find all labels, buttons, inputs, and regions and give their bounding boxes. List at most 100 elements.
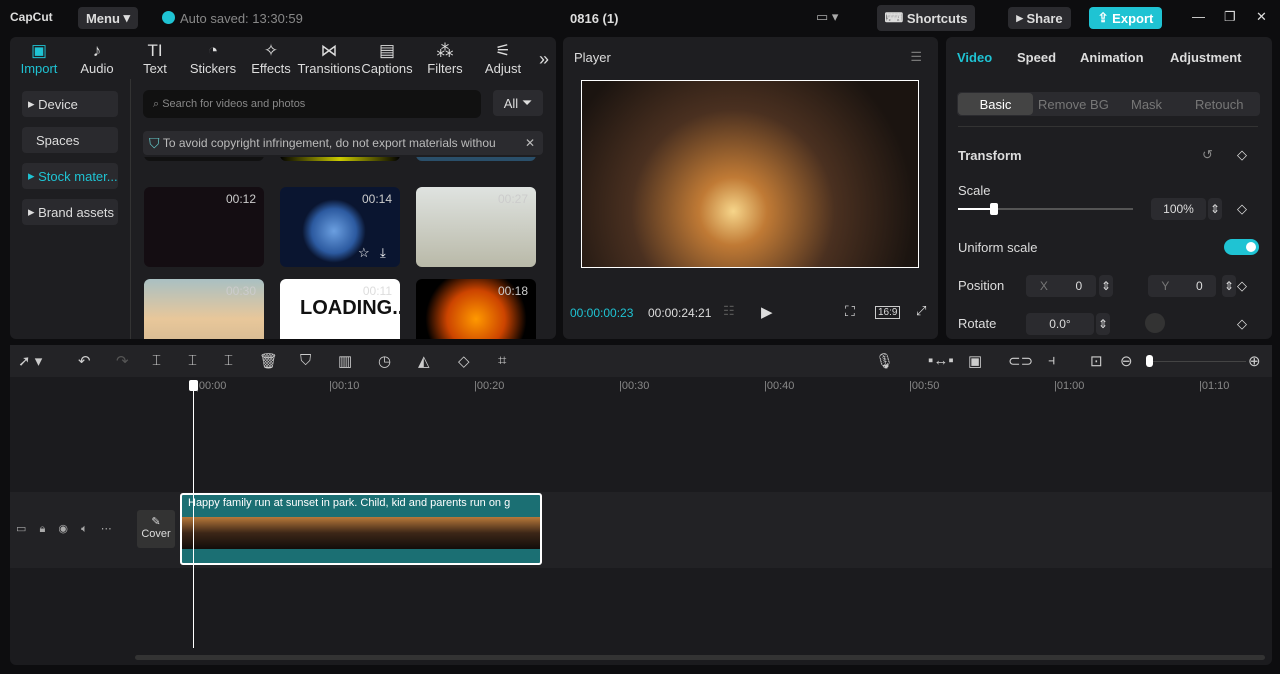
close-notice-icon[interactable]: ✕ <box>525 136 535 150</box>
media-thumb[interactable] <box>280 157 400 161</box>
media-thumb[interactable]: 00:12 <box>144 187 264 267</box>
fit-timeline-icon[interactable]: ⊡ <box>1090 352 1103 370</box>
rotate-stepper[interactable]: ⇕ <box>1096 313 1110 335</box>
tab-audio[interactable]: ♪ Audio <box>68 37 126 79</box>
main-track-magnet-icon[interactable]: ▪↔▪ <box>928 352 954 369</box>
sidebar-item-brand-assets[interactable]: ▸ Brand assets <box>22 199 118 225</box>
zoom-fit-icon[interactable]: ⛶ <box>845 303 855 320</box>
zoom-slider-handle[interactable] <box>1146 355 1153 367</box>
split-icon[interactable]: ⌶ <box>152 352 161 369</box>
tab-import[interactable]: ▣ Import <box>10 37 68 79</box>
ratio-button[interactable]: 16:9 <box>875 306 901 319</box>
track-video-icon[interactable]: ▭ <box>16 523 26 535</box>
zoom-slider[interactable] <box>1146 355 1246 367</box>
media-thumb[interactable]: 00:11 LOADING... <box>280 279 400 339</box>
media-thumb[interactable]: 00:18 <box>416 279 536 339</box>
download-icon[interactable]: ⤓ <box>380 245 386 261</box>
scale-keyframe-icon[interactable]: ◇ <box>1237 201 1247 217</box>
undo-icon[interactable]: ↶ <box>78 352 91 370</box>
tab-filters[interactable]: ⁂ Filters <box>416 37 474 79</box>
scale-stepper[interactable]: ⇕ <box>1208 198 1222 220</box>
preview-axis-icon[interactable]: ⫞ <box>1048 352 1056 369</box>
redo-icon[interactable]: ↷ <box>116 352 129 370</box>
sidebar-item-device[interactable]: ▸ Device <box>22 91 118 117</box>
video-clip[interactable]: Happy family run at sunset in park. Chil… <box>180 493 542 565</box>
search-input[interactable]: ⌕ Search for videos and photos <box>143 90 481 118</box>
audio-icon[interactable]: 🔈︎ <box>81 523 88 535</box>
tab-text[interactable]: TI Text <box>126 37 184 79</box>
close-icon[interactable]: ✕ <box>1256 9 1267 25</box>
more-tools-icon[interactable]: » <box>539 49 549 70</box>
lock-icon[interactable]: 🔒︎ <box>39 523 45 535</box>
media-thumb[interactable] <box>144 157 264 161</box>
share-button[interactable]: ▸ Share <box>1008 7 1071 29</box>
position-x-stepper[interactable]: ⇕ <box>1099 275 1113 297</box>
position-keyframe-icon[interactable]: ◇ <box>1237 278 1247 294</box>
subtab-mask[interactable]: Mask <box>1131 97 1162 112</box>
position-y-stepper[interactable]: ⇕ <box>1222 275 1236 297</box>
subtab-basic[interactable]: Basic <box>958 93 1033 115</box>
minimize-icon[interactable]: — <box>1192 9 1205 24</box>
media-thumb[interactable] <box>416 157 536 161</box>
tab-speed[interactable]: Speed <box>1017 50 1056 65</box>
split-left-icon[interactable]: ⌶ <box>188 352 197 369</box>
subtab-retouch[interactable]: Retouch <box>1195 97 1243 112</box>
restore-icon[interactable]: ❐ <box>1224 9 1236 25</box>
tab-animation[interactable]: Animation <box>1080 50 1144 65</box>
tab-stickers[interactable]: ◔ Stickers <box>184 37 242 79</box>
select-tool-icon[interactable]: ➚ ▾ <box>18 352 42 370</box>
scale-slider-handle[interactable] <box>990 203 998 215</box>
crop-icon[interactable]: ⌗ <box>498 352 506 369</box>
favorite-icon[interactable]: ☆ <box>358 245 370 261</box>
microphone-icon[interactable]: 🎙 <box>875 352 894 370</box>
tab-adjust[interactable]: ⚟ Adjust <box>474 37 532 79</box>
cover-button[interactable]: ✎ Cover <box>137 510 175 548</box>
freeze-icon[interactable]: ▥ <box>338 352 352 370</box>
sidebar-item-spaces[interactable]: Spaces <box>22 127 118 153</box>
position-x-input[interactable]: X0 <box>1026 275 1096 297</box>
sidebar-item-stock[interactable]: ▸ Stock mater... <box>22 163 118 189</box>
keyframe-icon[interactable]: ◇ <box>1237 147 1247 163</box>
tab-effects[interactable]: ✧ Effects <box>242 37 300 79</box>
shortcuts-button[interactable]: ⌨ Shortcuts <box>877 5 975 31</box>
delete-icon[interactable]: 🗑 <box>259 352 278 370</box>
rotate-icon[interactable]: ◇ <box>458 352 470 370</box>
media-thumb[interactable]: 00:27 <box>416 187 536 267</box>
marker-icon[interactable]: ⛉ <box>300 352 311 369</box>
menu-button[interactable]: Menu ▾ <box>78 7 138 29</box>
filter-button[interactable]: All ⏷ <box>493 90 543 116</box>
uniform-scale-toggle[interactable] <box>1224 239 1259 255</box>
position-y-input[interactable]: Y0 <box>1148 275 1216 297</box>
scale-input[interactable]: 100% <box>1151 198 1206 220</box>
fullscreen-icon[interactable]: ⤢ <box>916 303 926 319</box>
subtab-remove-bg[interactable]: Remove BG <box>1038 97 1109 112</box>
media-thumb[interactable]: 00:14 ☆ ⤓ <box>280 187 400 267</box>
split-right-icon[interactable]: ⌶ <box>224 352 233 369</box>
zoom-in-icon[interactable]: ⊕ <box>1248 352 1261 370</box>
export-button[interactable]: ⇪ Export <box>1089 7 1162 29</box>
reset-icon[interactable]: ↺ <box>1202 147 1213 163</box>
play-button[interactable]: ▶ <box>761 303 773 321</box>
layout-icon[interactable]: ▭ ▾ <box>816 9 838 25</box>
link-icon[interactable]: ⊂⊃ <box>1008 352 1033 370</box>
timeline-scrollbar[interactable] <box>135 655 1265 660</box>
auto-snap-icon[interactable]: ▣ <box>968 352 982 370</box>
tab-transitions[interactable]: ⋈ Transitions <box>297 37 360 79</box>
player-menu-icon[interactable]: ☰ <box>910 49 922 65</box>
rotate-input[interactable]: 0.0° <box>1026 313 1094 335</box>
rotate-dial[interactable] <box>1145 313 1165 333</box>
visibility-icon[interactable]: ◉ <box>58 523 68 535</box>
tab-video[interactable]: Video <box>957 50 992 65</box>
media-thumb[interactable]: 00:30 <box>144 279 264 339</box>
tab-adjustment[interactable]: Adjustment <box>1170 50 1242 65</box>
more-icon[interactable]: ⋯ <box>101 523 112 535</box>
frames-icon[interactable]: ☷ <box>723 303 735 319</box>
tab-captions[interactable]: ▤ Captions <box>358 37 416 79</box>
scale-slider[interactable] <box>958 203 1133 215</box>
mirror-icon[interactable]: ◭ <box>418 352 430 370</box>
playhead[interactable] <box>189 380 198 648</box>
zoom-out-icon[interactable]: ⊖ <box>1120 352 1133 370</box>
video-preview[interactable] <box>581 80 919 268</box>
rotate-keyframe-icon[interactable]: ◇ <box>1237 316 1247 332</box>
reverse-icon[interactable]: ◷ <box>378 352 391 370</box>
